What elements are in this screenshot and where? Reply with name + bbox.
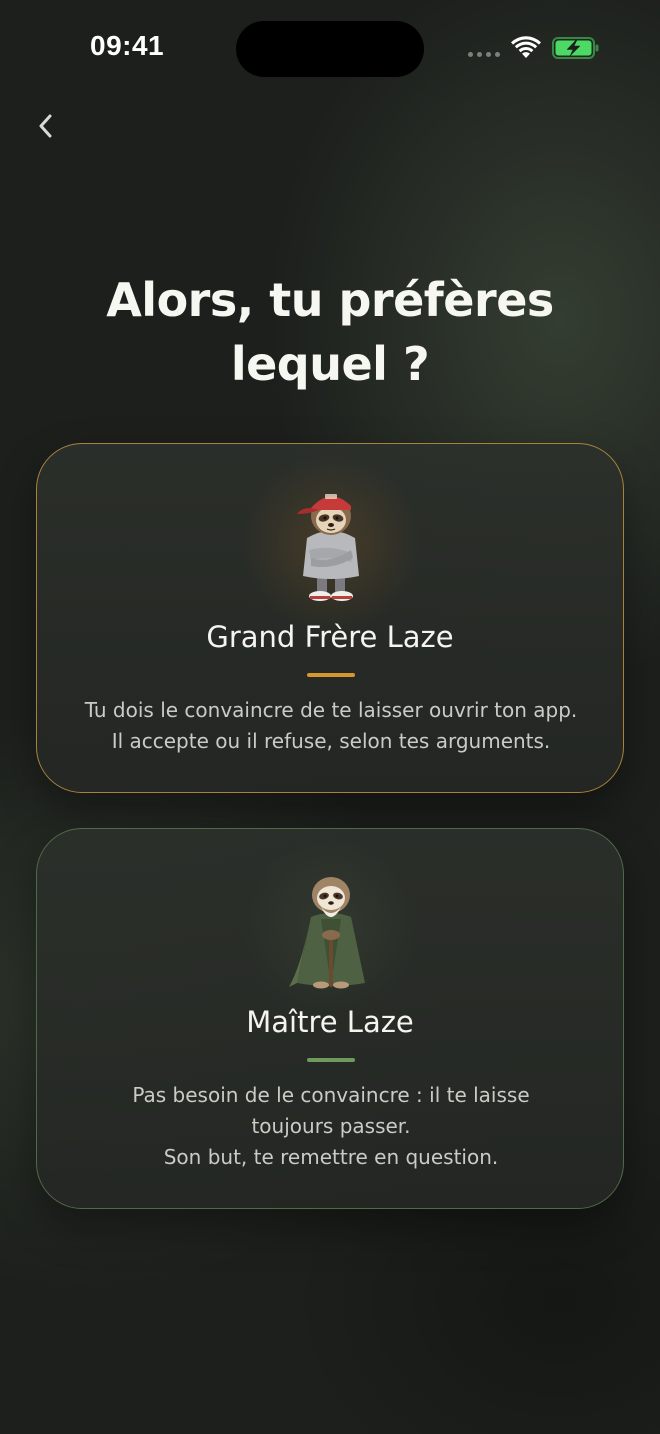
card-description: Pas besoin de le convaincre : il te lais… [132,1083,530,1169]
card-title: Grand Frère Laze [206,620,454,654]
card-divider [307,673,355,677]
status-time: 09:41 [90,30,165,61]
page-title: Alors, tu préfères lequel ? [106,273,554,391]
back-button[interactable] [26,106,66,146]
card-divider [307,1058,355,1062]
status-bar: 09:41 [0,0,660,96]
chevron-left-icon [39,114,52,138]
card-description: Tu dois le convaincre de te laisser ouvr… [84,698,578,753]
mode-card-grand-frere[interactable]: Grand Frère Laze Tu dois le convaincre d… [36,443,624,793]
sloth-cap-hoodie-avatar [297,494,359,601]
card-title: Maître Laze [246,1005,414,1039]
mode-card-maitre[interactable]: Maître Laze Pas besoin de le convaincre … [36,828,624,1209]
wifi-icon [511,36,541,58]
cellular-signal-icon [468,52,504,58]
dynamic-island [236,21,424,77]
battery-charging-icon [552,37,599,59]
sloth-robe-monk-avatar [289,877,365,989]
